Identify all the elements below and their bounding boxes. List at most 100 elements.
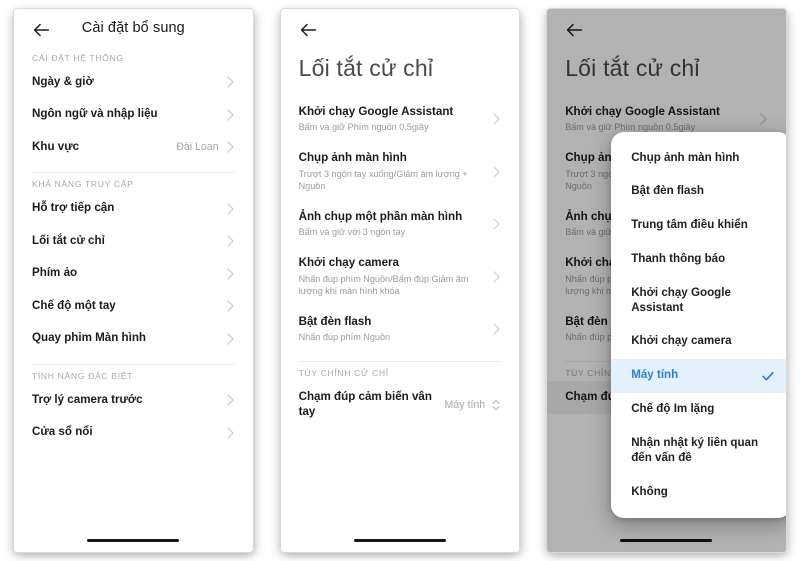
panel1-topbar: Cài đặt bổ sung	[14, 9, 253, 47]
row-khoi-chay-google-assistant[interactable]: Khởi chạy Google Assistant Bấm và giữ Ph…	[281, 96, 520, 142]
row-ngay-gio[interactable]: Ngày & giờ	[14, 66, 253, 98]
home-indicator[interactable]	[353, 539, 446, 542]
phone-screen-2: Lối tắt cử chỉ Khởi chạy Google Assistan…	[280, 9, 520, 552]
home-indicator[interactable]	[87, 539, 180, 542]
up-down-chevron-icon	[491, 398, 501, 412]
row-title: Chế độ một tay	[32, 298, 116, 312]
row-value: Máy tính	[444, 398, 486, 411]
row-texts: Khởi chạy camera Nhấn đúp phím Nguồn/Bấm…	[299, 256, 486, 296]
page-title: Lối tắt cử chỉ	[298, 55, 434, 81]
chevron-right-icon	[226, 332, 235, 346]
section-label-accessibility: KHẢ NĂNG TRUY CẬP	[32, 179, 134, 190]
row-ho-tro-tiep-can[interactable]: Hỗ trợ tiếp cận	[14, 192, 253, 224]
divider	[32, 172, 235, 174]
row-cua-so-noi[interactable]: Cửa sổ nổi	[14, 416, 253, 448]
row-tro-ly-camera-truoc[interactable]: Trợ lý camera trước	[14, 384, 253, 416]
dropdown-option-label: Chế độ Im lặng	[631, 402, 715, 416]
row-texts: Quay phim Màn hình	[32, 331, 219, 345]
dropdown-option-nhan-nhat-ky-lien-quan-den-van-de[interactable]: Nhận nhật ký liên quan đến vấn đề	[611, 426, 786, 475]
chevron-right-icon	[492, 270, 501, 284]
gesture-action-dropdown-menu: Chụp ảnh màn hình Bật đèn flash Trung tâ…	[611, 132, 786, 518]
chevron-right-icon	[226, 108, 235, 122]
panel-gesture-shortcuts-dropdown-open: Lối tắt cử chỉ Khởi chạy Google Assistan…	[533, 0, 800, 561]
row-texts: Khởi chạy Google Assistant Bấm và giữ Ph…	[299, 105, 486, 133]
three-panel-screenshot-composite: Cài đặt bổ sung CÀI ĐẶT HỆ THỐNG Ngày & …	[0, 0, 800, 561]
chevron-right-icon	[226, 75, 235, 89]
row-texts: Bật đèn flash Nhấn đúp phím Nguồn	[299, 315, 486, 343]
row-title: Lối tắt cử chỉ	[32, 233, 105, 247]
dropdown-option-bat-den-flash[interactable]: Bật đèn flash	[611, 175, 786, 209]
dropdown-option-chup-anh-man-hinh[interactable]: Chụp ảnh màn hình	[611, 141, 786, 175]
row-title: Quay phim Màn hình	[32, 331, 147, 345]
chevron-right-icon	[492, 217, 501, 231]
divider	[298, 361, 502, 363]
row-title: Hỗ trợ tiếp cận	[32, 201, 115, 215]
check-icon	[761, 369, 775, 383]
chevron-right-icon	[226, 426, 235, 440]
phone-screen-3: Lối tắt cử chỉ Khởi chạy Google Assistan…	[547, 9, 786, 552]
row-title: Bật đèn flash	[298, 314, 372, 328]
panel-additional-settings: Cài đặt bổ sung CÀI ĐẶT HỆ THỐNG Ngày & …	[0, 0, 267, 561]
chevron-right-icon	[226, 140, 235, 154]
row-texts: Phím ảo	[32, 266, 219, 280]
row-value: Đài Loan	[176, 141, 219, 154]
row-phim-ao[interactable]: Phím ảo	[14, 257, 253, 289]
row-subtitle: Bấm và giữ Phím nguồn 0.5giây	[298, 122, 429, 133]
dropdown-option-trung-tam-dieu-khien[interactable]: Trung tâm điều khiển	[611, 209, 786, 243]
dropdown-option-khong[interactable]: Không	[611, 475, 786, 509]
row-title: Khởi chạy camera	[298, 256, 399, 270]
back-arrow-icon[interactable]	[297, 19, 319, 41]
dropdown-option-label: Nhận nhật ký liên quan đến vấn đề	[631, 435, 759, 464]
row-loi-tat-cu-chi[interactable]: Lối tắt cử chỉ	[14, 225, 253, 257]
chevron-right-icon	[226, 234, 235, 248]
row-subtitle: Bấm và giữ với 3 ngón tay	[298, 227, 406, 238]
row-subtitle: Nhấn đúp phím Nguồn/Bấm đúp Giảm âm lượn…	[298, 273, 469, 296]
dropdown-option-khoi-chay-google-assistant[interactable]: Khởi chạy Google Assistant	[611, 276, 786, 325]
row-texts: Chụp ảnh màn hình Trượt 3 ngón tay xuống…	[299, 151, 486, 191]
row-title: Chụp ảnh màn hình	[298, 151, 407, 165]
row-bat-den-flash[interactable]: Bật đèn flash Nhấn đúp phím Nguồn	[281, 306, 520, 352]
row-che-do-mot-tay[interactable]: Chế độ một tay	[14, 290, 253, 322]
row-title: Cửa sổ nổi	[32, 425, 93, 439]
chevron-right-icon	[226, 202, 235, 216]
dropdown-option-thanh-thong-bao[interactable]: Thanh thông báo	[611, 242, 786, 276]
dropdown-option-che-do-im-lang[interactable]: Chế độ Im lặng	[611, 393, 786, 427]
page-title: Cài đặt bổ sung	[81, 20, 185, 36]
row-khu-vuc[interactable]: Khu vực Đài Loan	[14, 131, 253, 163]
row-title: Ảnh chụp một phần màn hình	[298, 209, 463, 223]
dropdown-option-khoi-chay-camera[interactable]: Khởi chạy camera	[611, 325, 786, 359]
divider	[32, 363, 235, 365]
dropdown-option-label: Máy tính	[631, 368, 679, 382]
panel2-topbar	[281, 9, 520, 47]
row-subtitle: Trượt 3 ngón tay xuống/Giảm âm lượng + N…	[298, 168, 468, 191]
dropdown-option-label: Thanh thông báo	[631, 251, 726, 265]
row-cham-dup-cam-bien-van-tay[interactable]: Chạm đúp cảm biến vân tay Máy tính	[281, 381, 520, 428]
row-texts: Khu vực	[32, 140, 168, 154]
row-khoi-chay-camera[interactable]: Khởi chạy camera Nhấn đúp phím Nguồn/Bấm…	[281, 247, 520, 305]
dropdown-option-may-tinh[interactable]: Máy tính	[611, 358, 786, 393]
section-label-special-features: TÍNH NĂNG ĐẶC BIỆT	[32, 370, 133, 381]
chevron-right-icon	[492, 165, 501, 179]
row-quay-phim-man-hinh[interactable]: Quay phim Màn hình	[14, 322, 253, 354]
chevron-right-icon	[492, 322, 501, 336]
phone-screen-1: Cài đặt bổ sung CÀI ĐẶT HỆ THỐNG Ngày & …	[14, 9, 253, 552]
row-title: Khu vực	[32, 139, 80, 153]
row-texts: Cửa sổ nổi	[32, 425, 219, 439]
chevron-right-icon	[226, 393, 235, 407]
row-chup-anh-man-hinh[interactable]: Chụp ảnh màn hình Trượt 3 ngón tay xuống…	[281, 142, 520, 200]
row-texts: Lối tắt cử chỉ	[32, 234, 219, 248]
chevron-right-icon	[226, 267, 235, 281]
row-title: Khởi chạy Google Assistant	[298, 105, 454, 118]
row-ngon-ngu-nhap-lieu[interactable]: Ngôn ngữ và nhập liệu	[14, 98, 253, 130]
section-label-system: CÀI ĐẶT HỆ THỐNG	[32, 53, 124, 63]
row-anh-chup-mot-phan-man-hinh[interactable]: Ảnh chụp một phần màn hình Bấm và giữ vớ…	[281, 201, 520, 247]
row-title: Chạm đúp cảm biến vân tay	[298, 390, 432, 418]
row-texts: Ngôn ngữ và nhập liệu	[32, 107, 219, 121]
dropdown-option-label: Chụp ảnh màn hình	[631, 150, 740, 164]
dropdown-option-label: Khởi chạy camera	[631, 334, 732, 348]
section-label-custom-gesture: TÙY CHỈNH CỬ CHỈ	[298, 368, 389, 379]
row-subtitle: Nhấn đúp phím Nguồn	[298, 332, 391, 343]
dropdown-option-label: Trung tâm điều khiển	[631, 218, 748, 232]
row-title: Ngày & giờ	[32, 75, 94, 88]
row-texts: Ngày & giờ	[32, 75, 219, 89]
